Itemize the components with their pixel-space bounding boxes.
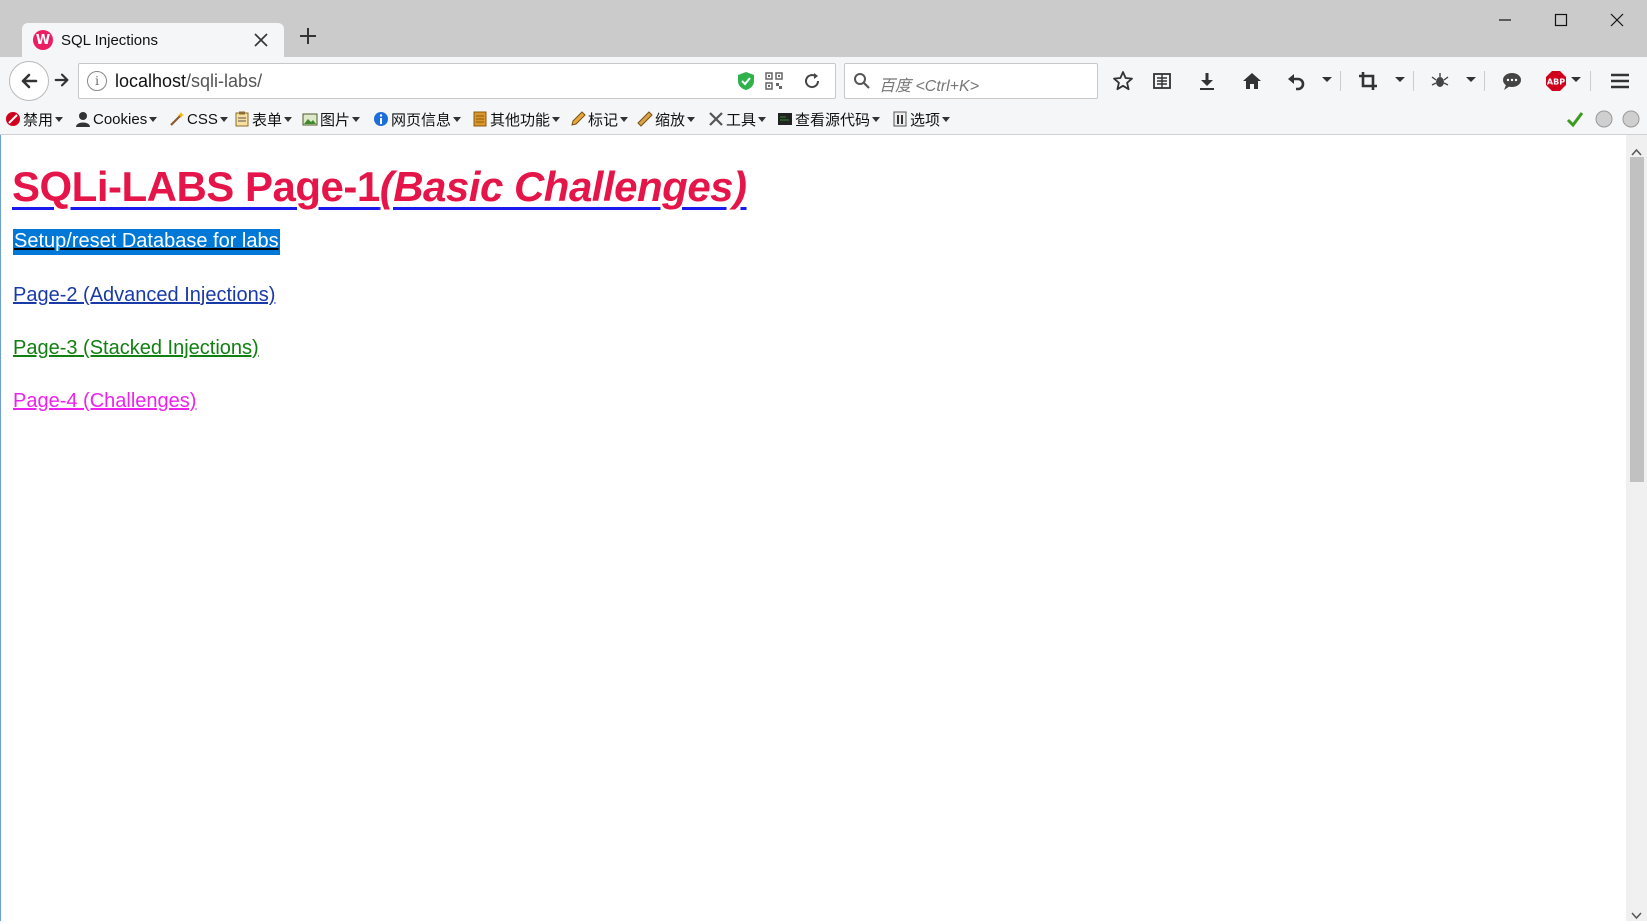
- toolbar-item-label: 查看源代码: [795, 111, 871, 129]
- setup-reset-database-link[interactable]: Setup/reset Database for labs: [13, 229, 280, 255]
- developer-toolbar: 禁用 Cookies CSS 表单 图片 网页信息 其他功能 标记 缩放 工具 …: [0, 104, 1647, 135]
- link-text: Page-4 (Challenges): [13, 390, 197, 412]
- pencil-icon: [571, 111, 586, 126]
- page-title-sub: (Basic Challenges): [379, 163, 747, 210]
- link-text: Page-2 (Advanced Injections): [13, 284, 276, 306]
- toolbar-item-label: 标记: [588, 111, 619, 129]
- title-bar: W SQL Injections: [0, 0, 1647, 57]
- download-icon[interactable]: [1195, 69, 1219, 93]
- toolbar-item-label: 缩放: [655, 111, 686, 129]
- toolbar-item-image[interactable]: 图片: [302, 108, 361, 130]
- toolbar-item-misc[interactable]: 其他功能: [472, 108, 561, 130]
- toolbar-item-tools[interactable]: 工具: [708, 108, 767, 130]
- page-4-link[interactable]: Page-4 (Challenges): [13, 390, 196, 413]
- scrollbar-thumb[interactable]: [1630, 157, 1644, 482]
- back-arrow-icon[interactable]: [9, 61, 49, 101]
- search-input[interactable]: 百度 <Ctrl+K>: [844, 63, 1098, 99]
- crop-screenshot-icon[interactable]: [1356, 69, 1380, 93]
- minimize-icon[interactable]: [1485, 8, 1525, 32]
- bug-dropdown-arrow-icon[interactable]: [1466, 77, 1476, 82]
- tools-icon: [709, 112, 723, 126]
- toolbar-item-label: 其他功能: [490, 111, 551, 129]
- undo-close-tab-icon[interactable]: [1284, 69, 1308, 93]
- page-content: SQLi-LABS Page-1(Basic Challenges) Setup…: [0, 135, 1627, 921]
- form-icon: [235, 111, 249, 127]
- toolbar-item-view-source[interactable]: 查看源代码: [777, 108, 881, 130]
- toolbar-separator: [1484, 71, 1485, 91]
- page-title-main: SQLi-LABS Page-1: [12, 163, 380, 210]
- chat-bubble-icon[interactable]: [1500, 69, 1524, 93]
- tab-title: SQL Injections: [61, 31, 158, 49]
- adblock-dropdown-arrow-icon[interactable]: [1571, 77, 1581, 82]
- wand-icon: [170, 112, 184, 126]
- reading-list-icon[interactable]: [1150, 69, 1174, 93]
- toolbar-item-label: 表单: [252, 111, 283, 129]
- shield-check-icon[interactable]: [737, 71, 755, 95]
- forward-arrow-icon[interactable]: [46, 67, 78, 93]
- toolbar-item-label: CSS: [187, 110, 218, 128]
- undo-dropdown-arrow-icon[interactable]: [1322, 77, 1332, 82]
- address-bar[interactable]: i localhost/sqli-labs/: [78, 63, 836, 99]
- page-2-link[interactable]: Page-2 (Advanced Injections): [13, 284, 275, 307]
- status-circle-icon[interactable]: [1622, 110, 1640, 132]
- home-icon[interactable]: [1240, 69, 1264, 93]
- toolbar-separator: [1413, 71, 1414, 91]
- toolbar-item-page-info[interactable]: 网页信息: [373, 108, 462, 130]
- toolbar-item-zoom[interactable]: 缩放: [637, 108, 696, 130]
- browser-tab[interactable]: W SQL Injections: [22, 23, 284, 57]
- scroll-down-arrow-icon[interactable]: [1631, 905, 1642, 924]
- disable-icon: [6, 112, 20, 126]
- maximize-icon[interactable]: [1541, 8, 1581, 32]
- adblock-plus-icon[interactable]: ABP: [1544, 69, 1568, 93]
- ruler-icon: [637, 111, 653, 127]
- url-text[interactable]: localhost/sqli-labs/: [115, 71, 262, 92]
- site-info-icon[interactable]: i: [87, 71, 107, 91]
- toolbar-item-label: 网页信息: [391, 111, 452, 129]
- navigation-toolbar: i localhost/sqli-labs/ 百度 <Ctrl+K> ABP: [0, 57, 1647, 104]
- cookie-icon: [76, 112, 90, 127]
- toolbar-separator: [1590, 71, 1591, 91]
- toolbar-item-options[interactable]: 选项: [892, 108, 951, 130]
- toolbar-item-disable[interactable]: 禁用: [5, 108, 64, 130]
- toolbar-item-label: 图片: [320, 111, 351, 129]
- new-tab-plus-icon[interactable]: [295, 25, 321, 51]
- toolbar-item-label: Cookies: [93, 110, 148, 128]
- validation-check-icon[interactable]: [1566, 110, 1584, 132]
- link-text: Page-3 (Stacked Injections): [13, 337, 259, 359]
- svg-text:ABP: ABP: [1547, 78, 1565, 87]
- page-title[interactable]: SQLi-LABS Page-1(Basic Challenges): [12, 163, 747, 211]
- toolbar-item-css[interactable]: CSS: [169, 108, 228, 130]
- reload-icon[interactable]: [803, 72, 821, 94]
- toolbar-item-label: 工具: [726, 111, 757, 129]
- toolbar-item-cookies[interactable]: Cookies: [75, 108, 158, 130]
- bookmark-star-icon[interactable]: [1111, 69, 1135, 93]
- toolbar-item-mark[interactable]: 标记: [570, 108, 629, 130]
- wamp-favicon-icon: W: [33, 30, 53, 50]
- search-icon: [853, 72, 871, 94]
- source-icon: [778, 113, 792, 125]
- options-icon: [893, 111, 907, 127]
- toolbar-separator: [1340, 71, 1341, 91]
- misc-icon: [473, 111, 487, 127]
- status-circle-icon[interactable]: [1595, 110, 1613, 132]
- qr-code-icon[interactable]: [765, 72, 783, 94]
- page-3-link[interactable]: Page-3 (Stacked Injections): [13, 337, 259, 360]
- crop-dropdown-arrow-icon[interactable]: [1395, 77, 1405, 82]
- tab-close-icon[interactable]: [250, 29, 272, 51]
- image-icon: [302, 113, 318, 126]
- vertical-scrollbar[interactable]: [1626, 135, 1647, 921]
- toolbar-item-label: 禁用: [23, 111, 54, 129]
- toolbar-item-label: 选项: [910, 111, 941, 129]
- bug-extension-icon[interactable]: [1428, 69, 1452, 93]
- link-text: Setup/reset Database for labs: [13, 229, 280, 255]
- close-window-icon[interactable]: [1597, 8, 1637, 32]
- hamburger-menu-icon[interactable]: [1608, 69, 1632, 93]
- search-placeholder: 百度 <Ctrl+K>: [879, 78, 980, 95]
- info-icon: [374, 112, 388, 126]
- toolbar-item-form[interactable]: 表单: [234, 108, 293, 130]
